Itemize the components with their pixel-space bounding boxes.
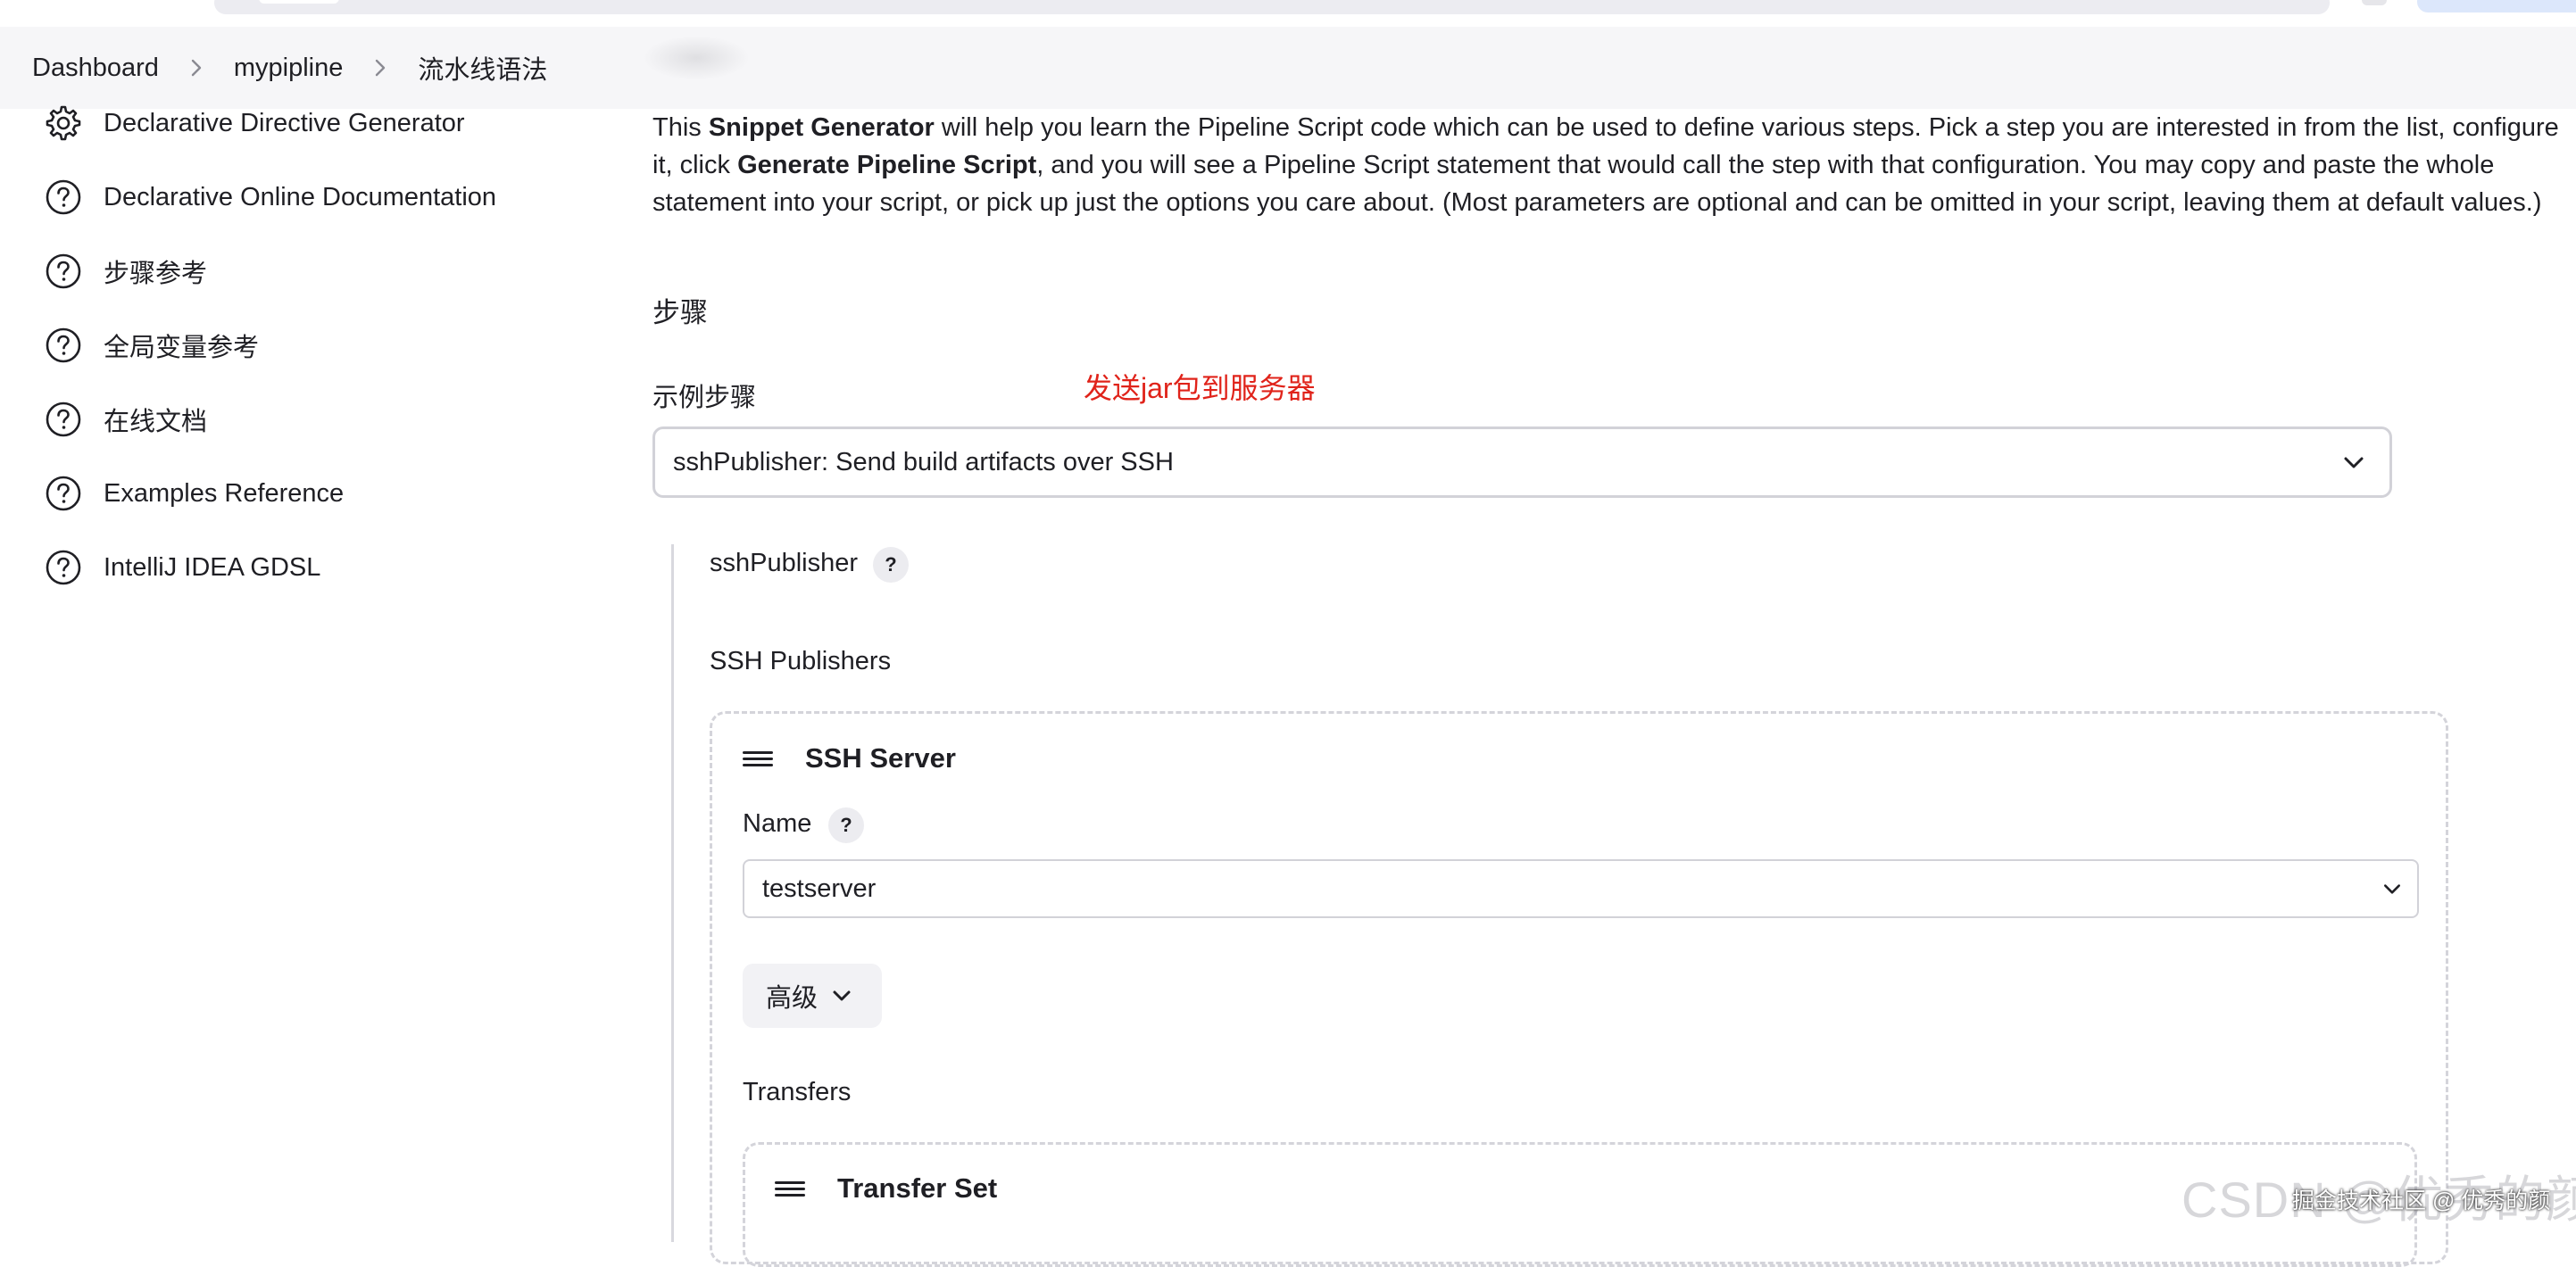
sidebar-item-label: Examples Reference [104,478,345,508]
sample-step-value: sshPublisher: Send build artifacts over … [673,447,1174,476]
advanced-button[interactable]: 高级 [743,964,882,1028]
drag-handle-icon[interactable] [775,1178,805,1199]
sidebar-item-online-docs[interactable]: Declarative Online Documentation [43,170,496,224]
drag-handle-icon[interactable] [743,748,773,769]
gear-icon [43,103,84,144]
sidebar-item-label: Declarative Online Documentation [104,182,497,211]
sample-step-label: 示例步骤 [652,384,757,412]
chevron-down-icon [833,990,851,1001]
sidebar-item-label: 步骤参考 [104,260,208,288]
sidebar-item-label: 全局变量参考 [104,334,260,362]
cursor-shadow [643,36,750,80]
sidebar-item-intellij-gdsl[interactable]: IntelliJ IDEA GDSL [43,541,320,594]
name-label: Name [743,809,812,838]
header-search-bar[interactable] [214,0,2330,14]
ssh-server-title: SSH Server [805,742,956,774]
generate-pipeline-script-term: Generate Pipeline Script [737,151,1037,179]
sample-step-select[interactable]: sshPublisher: Send build artifacts over … [652,426,2392,498]
help-circle-icon [43,399,84,440]
sidebar-item-directive-generator[interactable]: Declarative Directive Generator [43,96,465,150]
sidebar-item-step-reference[interactable]: 步骤参考 [43,244,207,298]
section-indent-line [671,544,674,1242]
juejin-watermark: 掘金技术社区 @ 优秀的颜 [2292,1188,2551,1213]
steps-heading: 步骤 [652,297,708,328]
chevron-down-icon [2344,457,2364,468]
chevron-right-icon [361,48,400,87]
name-help-button[interactable]: ? [828,807,864,843]
sidebar-item-examples-reference[interactable]: Examples Reference [43,467,344,520]
header-action-button[interactable] [2417,0,2576,12]
chevron-right-icon [177,48,216,87]
top-header-strip [0,0,2576,28]
help-circle-icon [43,547,84,588]
chevron-down-icon [2384,884,2400,894]
transfers-label: Transfers [743,1078,852,1106]
breadcrumb-dashboard[interactable]: Dashboard [32,54,159,83]
sidebar-item-online-documents[interactable]: 在线文档 [43,393,207,446]
sidebar-item-label: Declarative Directive Generator [104,108,465,137]
help-circle-icon [43,177,84,218]
transfer-set-box [743,1142,2417,1267]
advanced-label: 高级 [766,984,819,1013]
snippet-generator-intro: This Snippet Generator will help you lea… [652,113,2559,217]
header-icon[interactable] [2362,0,2387,5]
snippet-generator-term: Snippet Generator [708,113,935,142]
sidebar-item-label: 在线文档 [104,408,208,436]
header-search-pill [259,0,339,4]
ssh-server-name-select[interactable]: testserver [743,859,2419,918]
sidebar-item-global-variables[interactable]: 全局变量参考 [43,319,259,372]
ssh-publishers-label: SSH Publishers [710,647,892,675]
transfer-set-title: Transfer Set [837,1172,998,1204]
sidebar-item-label: IntelliJ IDEA GDSL [104,552,321,582]
annotation-note: 发送jar包到服务器 [1084,372,1316,404]
sshpublisher-label: sshPublisher [710,549,859,577]
sshpublisher-help-button[interactable]: ? [873,547,909,583]
help-circle-icon [43,251,84,292]
help-circle-icon [43,325,84,366]
breadcrumb-pipeline-syntax[interactable]: 流水线语法 [418,49,547,87]
ssh-server-name-value: testserver [762,874,877,903]
breadcrumb-mypipline[interactable]: mypipline [234,54,344,83]
help-circle-icon [43,473,84,514]
